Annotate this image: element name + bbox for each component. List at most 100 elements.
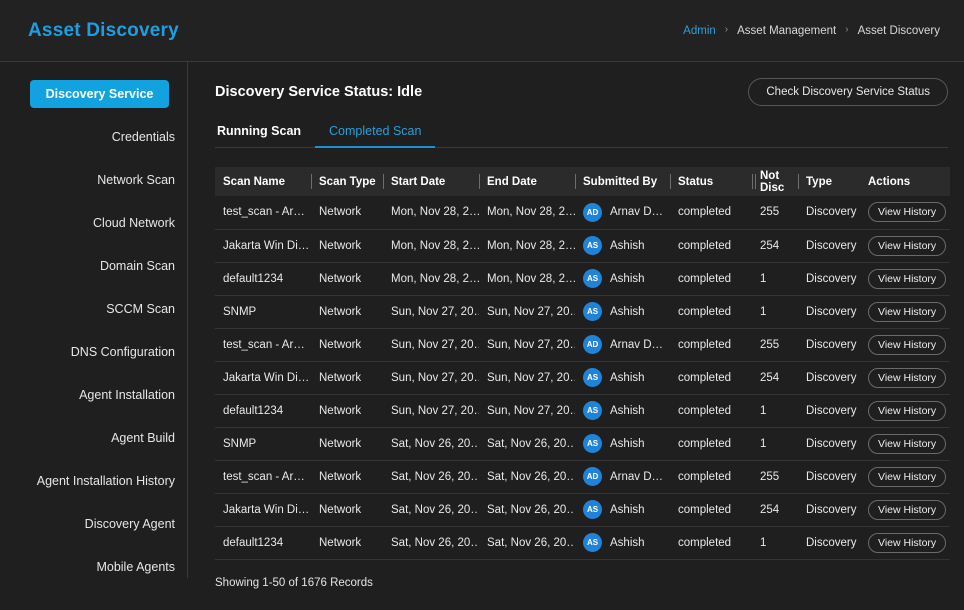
cell-scan-type: Network [311,229,383,263]
sidebar-item-agent-installation[interactable]: Agent Installation [0,373,187,416]
cell-not-disc: 254 [752,229,798,263]
cell-type: Discovery [798,493,860,527]
sidebar-item-agent-installation-history[interactable]: Agent Installation History [0,459,187,502]
table-row[interactable]: default1234 Network Sun, Nov 27, 20… Sun, N… [215,394,950,428]
cell-not-disc: 255 [752,196,798,230]
sidebar-item-domain-scan[interactable]: Domain Scan [0,244,187,287]
cell-actions: View History [860,526,950,560]
submitter-name: Arnav D… [610,206,664,219]
avatar: AS [583,302,602,321]
cell-scan-name: default1234 [215,262,311,296]
tab-bar: Running Scan Completed Scan [215,124,948,148]
cell-submitted-by: AS Ashish [575,493,670,527]
view-history-button[interactable]: View History [868,532,947,553]
cell-scan-name: SNMP [215,427,311,461]
cell-scan-name: SNMP [215,295,311,329]
column-header-label: Actions [868,175,911,188]
table-row[interactable]: SNMP Network Sat, Nov 26, 20… Sat, Nov 26, … [215,427,950,461]
chevron-right-icon: › [724,23,729,35]
cell-scan-name: Jakarta Win Di… [215,229,311,263]
cell-start-date: Mon, Nov 28, 2… [383,229,479,263]
sidebar-item-mobile-agents[interactable]: Mobile Agents [0,545,187,588]
sidebar-item-dns-configuration[interactable]: DNS Configuration [0,330,187,373]
column-header-not-disc[interactable]: Not Disc [752,167,798,196]
sidebar-item-discovery-service-wrap: Discovery Service [0,72,187,115]
completed-scan-table: Scan Name Scan Type Start Date End Date Subm… [215,167,950,589]
cell-type: Discovery [798,460,860,494]
cell-start-date: Sat, Nov 26, 20… [383,526,479,560]
cell-submitted-by: AD Arnav D… [575,460,670,494]
view-history-button[interactable]: View History [868,466,947,487]
view-history-button[interactable]: View History [868,334,947,355]
cell-not-disc: 255 [752,460,798,494]
view-history-button[interactable]: View History [868,301,947,322]
column-header-actions[interactable]: Actions [860,167,950,196]
cell-scan-name: test_scan - Ar… [215,328,311,362]
check-discovery-service-status-button[interactable]: Check Discovery Service Status [748,78,948,106]
view-history-button[interactable]: View History [868,499,947,520]
breadcrumb: Admin › Asset Management › Asset Discove… [683,23,940,37]
column-divider [798,174,799,189]
view-history-button[interactable]: View History [868,235,947,256]
cell-submitted-by: AS Ashish [575,229,670,263]
avatar: AS [583,269,602,288]
submitter-name: Ashish [610,503,645,516]
sidebar-item-agent-build[interactable]: Agent Build [0,416,187,459]
view-history-button[interactable]: View History [868,400,947,421]
view-history-button[interactable]: View History [868,268,947,289]
submitter-name: Ashish [610,305,645,318]
cell-not-disc: 1 [752,394,798,428]
tab-running-scan[interactable]: Running Scan [217,124,315,147]
view-history-button[interactable]: View History [868,433,947,454]
tab-completed-scan[interactable]: Completed Scan [315,124,436,148]
sidebar-item-sccm-scan[interactable]: SCCM Scan [0,287,187,330]
cell-actions: View History [860,361,950,395]
column-divider [752,174,753,189]
breadcrumb-item-asset-management[interactable]: Asset Management [737,25,836,37]
table-row[interactable]: Jakarta Win Di… Network Sat, Nov 26, 20… Sa… [215,493,950,527]
table-row[interactable]: Jakarta Win Di… Network Mon, Nov 28, 2… Mon… [215,229,950,263]
cell-scan-type: Network [311,427,383,461]
table-row[interactable]: Jakarta Win Di… Network Sun, Nov 27, 20… Su… [215,361,950,395]
column-header-type[interactable]: Type [798,167,860,196]
column-header-submitted-by[interactable]: Submitted By [575,167,670,196]
column-header-label: Scan Name [223,175,286,188]
sidebar-item-discovery-agent[interactable]: Discovery Agent [0,502,187,545]
column-header-label: Submitted By [583,175,658,188]
column-header-scan-type[interactable]: Scan Type [311,167,383,196]
view-history-button[interactable]: View History [868,367,947,388]
sidebar-item-discovery-service[interactable]: Discovery Service [30,79,169,108]
avatar: AS [583,368,602,387]
avatar: AS [583,236,602,255]
table-row[interactable]: test_scan - Ar… Network Sun, Nov 27, 20… Su… [215,328,950,362]
sidebar-item-network-scan[interactable]: Network Scan [0,158,187,201]
column-header-scan-name[interactable]: Scan Name [215,167,311,196]
column-header-status[interactable]: Status [670,167,752,196]
cell-end-date: Mon, Nov 28, 2… [479,229,575,263]
cell-end-date: Mon, Nov 28, 2… [479,196,575,230]
table-row[interactable]: default1234 Network Mon, Nov 28, 2… Mon, No… [215,262,950,296]
view-history-button[interactable]: View History [868,202,947,223]
cell-scan-type: Network [311,526,383,560]
table-row[interactable]: test_scan - Ar… Network Mon, Nov 28, 2… Mon… [215,196,950,230]
table-row[interactable]: test_scan - Ar… Network Sat, Nov 26, 20… Sa… [215,460,950,494]
column-header-start-date[interactable]: Start Date [383,167,479,196]
table-row[interactable]: SNMP Network Sun, Nov 27, 20… Sun, Nov 27, … [215,295,950,329]
cell-scan-name: test_scan - Ar… [215,196,311,230]
cell-type: Discovery [798,361,860,395]
avatar: AS [583,533,602,552]
cell-scan-type: Network [311,196,383,230]
cell-end-date: Sat, Nov 26, 20… [479,493,575,527]
sidebar-item-cloud-network[interactable]: Cloud Network [0,201,187,244]
breadcrumb-item-asset-discovery: Asset Discovery [857,24,940,37]
column-header-label: Scan Type [319,175,376,188]
sidebar-item-credentials[interactable]: Credentials [0,115,187,158]
submitter: AS Ashish [583,533,670,552]
column-divider [383,174,384,189]
column-header-end-date[interactable]: End Date [479,167,575,196]
cell-start-date: Mon, Nov 28, 2… [383,196,479,230]
breadcrumb-item-admin[interactable]: Admin [683,25,716,37]
column-divider [311,174,312,189]
cell-end-date: Mon, Nov 28, 2… [479,262,575,296]
table-row[interactable]: default1234 Network Sat, Nov 26, 20… Sat, N… [215,526,950,560]
